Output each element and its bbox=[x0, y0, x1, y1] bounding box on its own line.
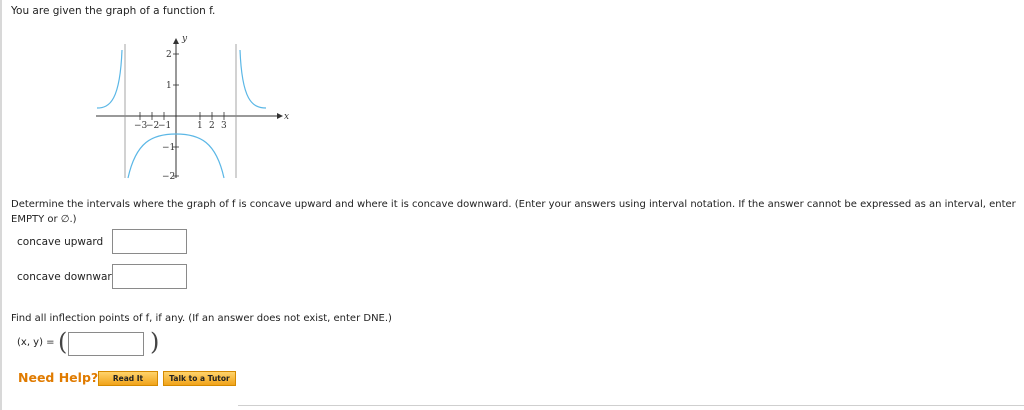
x-tick-label: 3 bbox=[221, 121, 227, 131]
x-tick-label: −1 bbox=[158, 121, 171, 131]
curve-right-branch bbox=[239, 49, 267, 109]
function-graph: x y −3 −2 −1 1 2 3 2 1 −1 −2 bbox=[90, 30, 300, 184]
need-help-label: Need Help? bbox=[18, 370, 99, 385]
bottom-divider bbox=[238, 405, 1024, 406]
inflection-label: (x, y) = bbox=[17, 337, 55, 348]
left-border bbox=[0, 0, 2, 410]
x-tick-label: 2 bbox=[209, 121, 215, 131]
question-intro: You are given the graph of a function f. bbox=[11, 5, 216, 17]
y-axis-label: y bbox=[181, 34, 188, 44]
x-axis-arrow-icon bbox=[277, 113, 283, 119]
y-axis-arrow-icon bbox=[173, 38, 179, 44]
concave-downward-label: concave downward bbox=[17, 271, 119, 283]
inflection-point-input[interactable] bbox=[68, 332, 144, 356]
concave-upward-input[interactable] bbox=[112, 229, 187, 254]
y-tick-label: 1 bbox=[166, 81, 172, 91]
question-instructions: Determine the intervals where the graph … bbox=[11, 199, 1016, 225]
concave-downward-input[interactable] bbox=[112, 264, 187, 289]
read-it-button[interactable]: Read It bbox=[98, 371, 158, 386]
concave-upward-label: concave upward bbox=[17, 236, 104, 248]
left-paren: ( bbox=[58, 328, 68, 356]
talk-to-tutor-button[interactable]: Talk to a Tutor bbox=[163, 371, 236, 386]
y-tick-label: −2 bbox=[162, 172, 175, 180]
x-tick-label: 1 bbox=[197, 121, 203, 131]
y-tick-label: −1 bbox=[162, 143, 175, 153]
y-tick-label: 2 bbox=[166, 50, 172, 60]
right-paren: ) bbox=[150, 328, 160, 356]
x-axis-label: x bbox=[284, 112, 289, 122]
graph-svg: x y −3 −2 −1 1 2 3 2 1 −1 −2 bbox=[96, 34, 289, 182]
inflection-prompt: Find all inflection points of f, if any.… bbox=[11, 313, 392, 324]
curve-left-branch bbox=[96, 49, 123, 109]
